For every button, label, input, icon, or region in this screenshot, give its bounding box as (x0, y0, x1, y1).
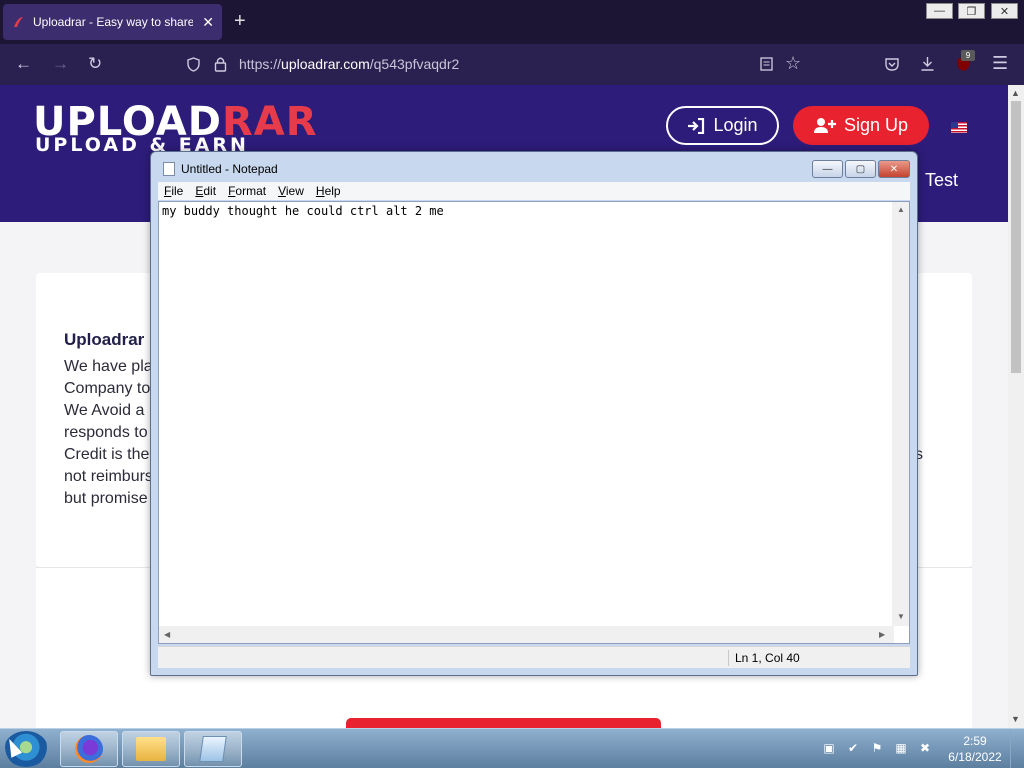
card-line: responds to (64, 424, 148, 441)
firefox-icon (75, 735, 103, 763)
signup-label: Sign Up (843, 115, 909, 135)
url-prefix: https:// (239, 56, 282, 72)
url-path: /q543pfvaqdr2 (369, 56, 460, 72)
address-bar[interactable]: https://uploadrar.com/q543pfvaqdr2 ☆ (180, 48, 822, 80)
notepad-vertical-scrollbar[interactable]: ▲ ▼ (892, 202, 909, 626)
status-divider (728, 650, 729, 666)
folder-icon (136, 737, 166, 761)
volume-muted-icon[interactable]: ✖ (918, 741, 932, 755)
notepad-text-area[interactable]: my buddy thought he could ctrl alt 2 me … (158, 201, 910, 644)
lock-icon[interactable] (214, 56, 227, 72)
clock-time: 2:59 (963, 734, 987, 748)
notepad-icon (199, 736, 227, 762)
card-line: We have pla (64, 358, 153, 375)
browser-tab-bar: Uploadrar - Easy way to share y ✕ + — ❐ … (0, 0, 1024, 44)
card-line: but promise (64, 490, 148, 507)
us-flag-icon[interactable] (951, 122, 967, 133)
notepad-title: Untitled - Notepad (181, 162, 278, 176)
scroll-up-icon[interactable]: ▲ (897, 205, 905, 214)
pocket-icon[interactable] (884, 57, 900, 72)
url-host: uploadrar.com (281, 56, 370, 72)
uploadrar-favicon-icon (14, 17, 23, 27)
notepad-text-content[interactable]: my buddy thought he could ctrl alt 2 me (162, 204, 444, 218)
clock-date: 6/18/2022 (948, 750, 1002, 764)
notepad-app-icon (163, 162, 175, 176)
taskbar-explorer[interactable] (122, 731, 180, 767)
notepad-window: Untitled - Notepad — ▢ ✕ File Edit Forma… (150, 151, 918, 676)
scroll-down-icon[interactable]: ▼ (897, 612, 905, 621)
scroll-left-icon[interactable]: ◀ (164, 630, 170, 639)
card-line: not reimburs (64, 468, 153, 485)
menu-help[interactable]: Help (316, 184, 341, 198)
user-plus-icon (813, 118, 836, 133)
login-button[interactable]: Login (666, 106, 779, 145)
scroll-thumb[interactable] (1011, 101, 1021, 373)
extension-badge: 9 (961, 50, 975, 61)
nav-item-test[interactable]: Test (925, 170, 958, 191)
notepad-minimize-button[interactable]: — (812, 160, 843, 178)
menu-edit[interactable]: Edit (195, 184, 216, 198)
shield-icon[interactable] (186, 57, 201, 72)
card-body: We have pla Company to We Avoid a respon… (64, 356, 153, 510)
notepad-maximize-button[interactable]: ▢ (845, 160, 876, 178)
back-arrow-icon[interactable]: ← (15, 54, 32, 74)
notepad-horizontal-scrollbar[interactable]: ◀ ▶ (159, 626, 894, 643)
browser-nav-bar: ← → ↻ https://uploadrar.com/q543pfvaqdr2… (0, 44, 1024, 85)
card-line: We Avoid a (64, 402, 145, 419)
card-title: Uploadrar (64, 330, 145, 349)
tab-title: Uploadrar - Easy way to share y (33, 15, 193, 29)
notepad-menu-bar: File Edit Format View Help (158, 182, 910, 200)
menu-file[interactable]: File (164, 184, 183, 198)
menu-view[interactable]: View (278, 184, 304, 198)
tab-uploadrar[interactable]: Uploadrar - Easy way to share y ✕ (3, 4, 222, 40)
taskbar-clock[interactable]: 2:59 6/18/2022 (944, 733, 1006, 765)
notepad-titlebar[interactable]: Untitled - Notepad (163, 162, 278, 176)
tab-close-icon[interactable]: ✕ (202, 14, 214, 31)
sign-in-icon (688, 117, 705, 134)
menu-format[interactable]: Format (228, 184, 266, 198)
security-shield-icon[interactable]: ✔ (846, 741, 860, 755)
forward-arrow-icon[interactable]: → (52, 54, 69, 74)
download-button[interactable] (346, 718, 661, 728)
flag-icon[interactable]: ⚑ (870, 741, 884, 755)
signup-button[interactable]: Sign Up (793, 106, 929, 145)
card-line: Credit is the (64, 446, 150, 463)
card-line: Company to (64, 380, 151, 397)
reload-icon[interactable]: ↻ (88, 54, 102, 74)
notepad-status-bar: Ln 1, Col 40 (158, 646, 910, 668)
close-window-button[interactable]: ✕ (991, 3, 1018, 19)
scroll-up-icon[interactable]: ▲ (1011, 88, 1020, 98)
download-icon[interactable] (920, 56, 935, 72)
taskbar-notepad[interactable] (184, 731, 242, 767)
scroll-down-icon[interactable]: ▼ (1011, 714, 1020, 724)
network-icon[interactable]: ▦ (894, 741, 908, 755)
notepad-close-button[interactable]: ✕ (878, 160, 910, 178)
page-scrollbar[interactable]: ▲ ▼ (1008, 85, 1024, 728)
new-tab-button[interactable]: + (234, 10, 246, 32)
show-desktop-button[interactable] (1010, 729, 1024, 768)
minimize-button[interactable]: — (926, 3, 953, 19)
reader-view-icon[interactable] (760, 57, 773, 71)
taskbar: ▣ ✔ ⚑ ▦ ✖ 2:59 6/18/2022 (0, 728, 1024, 768)
bookmark-star-icon[interactable]: ☆ (785, 53, 801, 74)
action-center-icon[interactable]: ▣ (822, 741, 836, 755)
login-label: Login (713, 115, 758, 135)
url-text[interactable]: https://uploadrar.com/q543pfvaqdr2 (239, 56, 459, 72)
restore-button[interactable]: ❐ (958, 3, 985, 19)
taskbar-firefox[interactable] (60, 731, 118, 767)
scroll-right-icon[interactable]: ▶ (879, 630, 885, 639)
menu-hamburger-icon[interactable]: ☰ (992, 53, 1008, 74)
cursor-position: Ln 1, Col 40 (735, 651, 800, 665)
